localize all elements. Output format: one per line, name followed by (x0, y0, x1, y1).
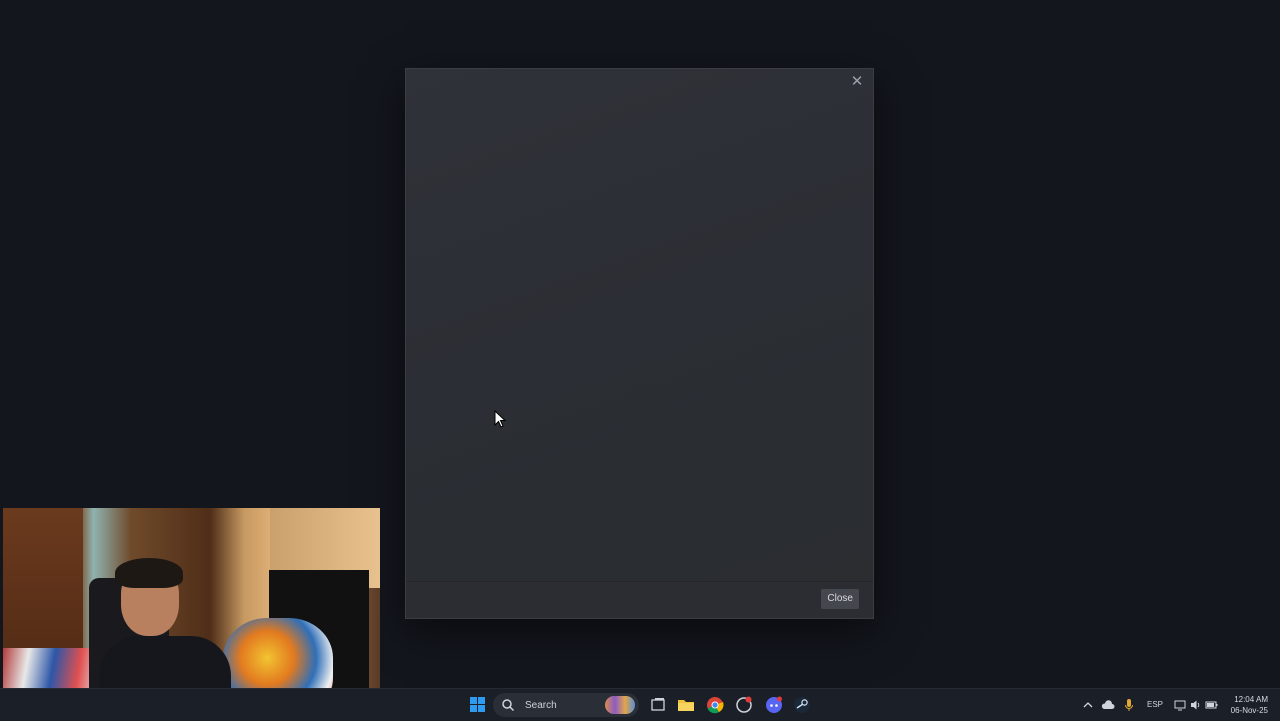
file-explorer-icon[interactable] (676, 695, 696, 715)
dialog-footer: Close (406, 581, 873, 618)
discord-icon[interactable] (764, 695, 784, 715)
clock-date: 06-Nov-25 (1230, 706, 1268, 715)
system-clock[interactable]: 12:04 AM 06-Nov-25 (1231, 694, 1268, 716)
close-button[interactable]: Close (821, 589, 859, 609)
mouse-cursor-icon (494, 410, 506, 428)
dialog-content (410, 99, 869, 582)
app-icon[interactable] (734, 695, 754, 715)
close-icon[interactable]: ✕ (847, 72, 867, 92)
clock-time: 12:04 AM (1234, 695, 1268, 704)
task-view-icon[interactable] (648, 695, 668, 715)
cloud-icon[interactable] (1098, 695, 1118, 715)
search-icon (502, 699, 515, 712)
steam-icon[interactable] (792, 695, 812, 715)
battery-icon[interactable] (1202, 695, 1222, 715)
chrome-icon[interactable] (705, 695, 725, 715)
search-label: Search (525, 699, 557, 711)
search-highlight-icon (605, 696, 635, 714)
windows-start-icon[interactable] (468, 695, 488, 715)
taskbar: Search ESP 12:04 AM 06-Nov-25 (0, 688, 1280, 721)
chevron-up-icon[interactable] (1078, 695, 1098, 715)
taskbar-search[interactable]: Search (493, 693, 639, 717)
language-indicator[interactable]: ESP (1147, 700, 1163, 709)
modal-dialog: ✕ Close (406, 69, 873, 618)
microphone-icon[interactable] (1119, 695, 1139, 715)
